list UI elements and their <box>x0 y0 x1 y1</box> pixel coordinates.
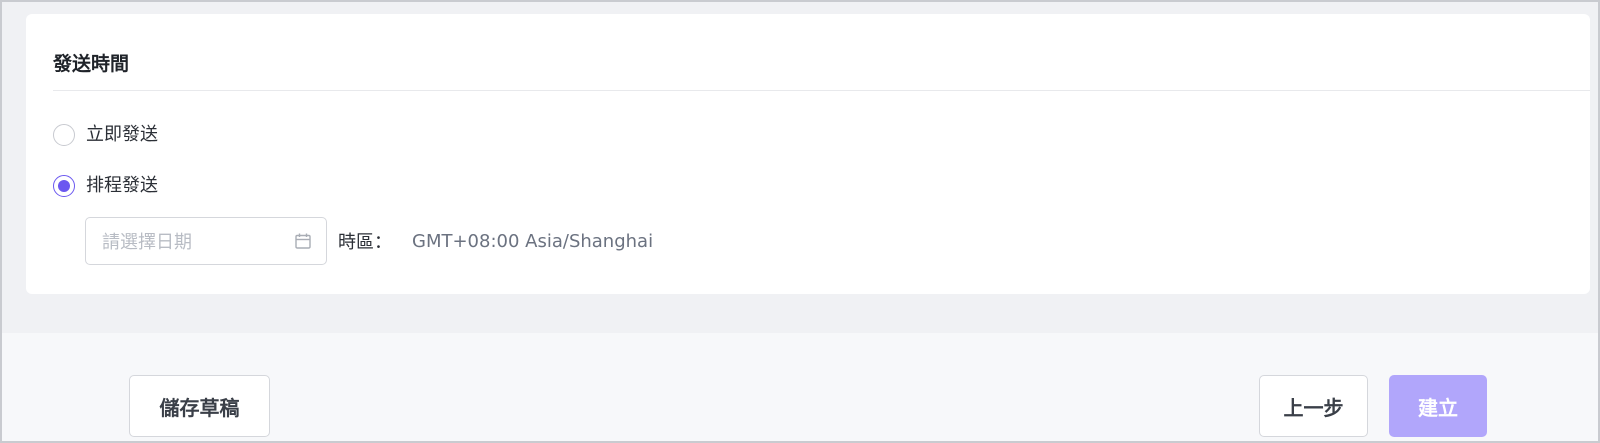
divider <box>53 90 1590 91</box>
radio-label: 排程發送 <box>86 175 158 196</box>
create-button[interactable]: 建立 <box>1389 375 1487 437</box>
radio-send-now[interactable]: 立即發送 <box>53 123 158 147</box>
previous-step-button[interactable]: 上一步 <box>1259 375 1368 437</box>
calendar-icon[interactable] <box>294 232 312 250</box>
send-time-card: 發送時間 立即發送 排程發送 請選擇日期 時區： GMT+08:00 Asia/… <box>26 14 1590 294</box>
timezone-label: 時區： <box>338 232 392 253</box>
radio-label: 立即發送 <box>86 124 158 145</box>
radio-schedule-send[interactable]: 排程發送 <box>53 174 158 198</box>
section-title: 發送時間 <box>53 53 130 75</box>
save-draft-button[interactable]: 儲存草稿 <box>129 375 270 437</box>
date-placeholder[interactable]: 請選擇日期 <box>102 228 294 254</box>
date-picker-input[interactable]: 請選擇日期 <box>85 217 327 265</box>
radio-checked-icon[interactable] <box>53 175 75 197</box>
timezone-value: GMT+08:00 Asia/Shanghai <box>412 230 654 252</box>
radio-circle-icon[interactable] <box>53 124 75 146</box>
timezone-info: 時區： GMT+08:00 Asia/Shanghai <box>338 229 654 254</box>
